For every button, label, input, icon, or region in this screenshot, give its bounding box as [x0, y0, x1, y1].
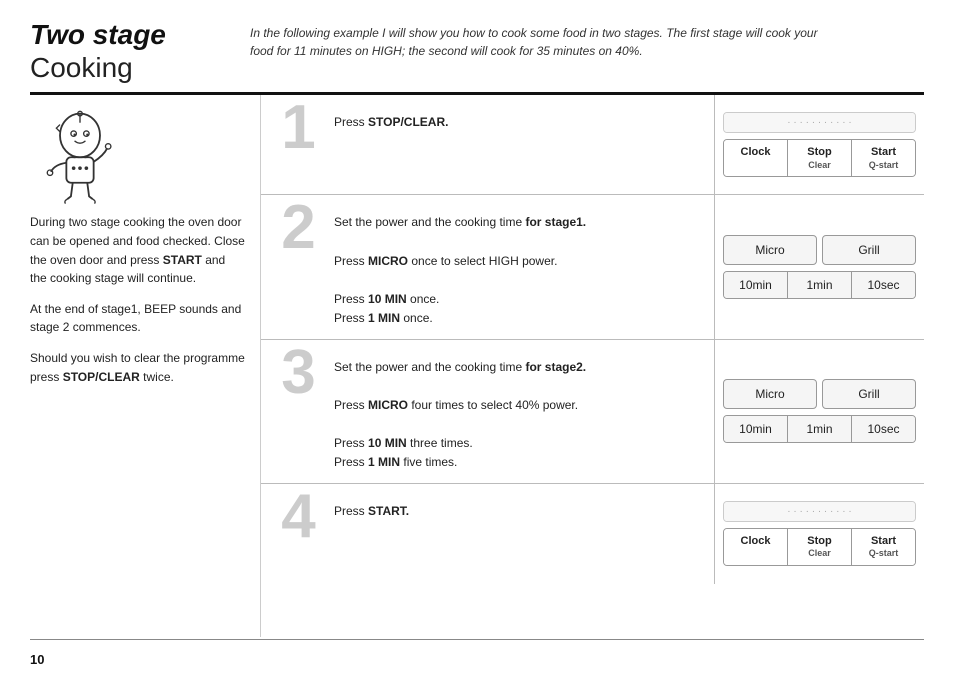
step-number-3: 3 [271, 347, 326, 400]
bottom-bar: 10 [30, 639, 924, 667]
1min-button-2[interactable]: 1min [788, 272, 852, 298]
step2-micro-grill-row: Micro Grill [723, 235, 916, 265]
start-qstart-button-4[interactable]: StartQ-start [852, 529, 915, 565]
10sec-button-3[interactable]: 10sec [852, 416, 915, 442]
step-1-text: Press STOP/CLEAR. [334, 107, 448, 132]
right-content: 1 Press STOP/CLEAR. · · · · · · · · · · … [260, 95, 924, 637]
step3-10min: 10 MIN [368, 436, 407, 450]
left-para1: During two stage cooking the oven door c… [30, 213, 245, 287]
step4-start: START. [368, 504, 409, 518]
left-text: During two stage cooking the oven door c… [30, 213, 245, 386]
step4-btn-panel: Clock StopClear StartQ-start [723, 528, 916, 566]
title-normal: Cooking [30, 51, 210, 85]
left-para3: Should you wish to clear the programme p… [30, 349, 245, 386]
step-3-text: Set the power and the cooking time for s… [334, 352, 586, 473]
step4-partial-top: · · · · · · · · · · · [723, 501, 916, 522]
micro-button-3[interactable]: Micro [723, 379, 817, 409]
step1-btn-panel: Clock StopClear StartQ-start [723, 139, 916, 177]
step-row-2: 2 Set the power and the cooking time for… [261, 195, 924, 339]
stop-clear-button-4[interactable]: StopClear [788, 529, 852, 565]
left-para2: At the end of stage1, BEEP sounds and st… [30, 300, 245, 337]
step2-micro: MICRO [368, 254, 408, 268]
step1-stop-clear: STOP/CLEAR. [368, 115, 448, 129]
step3-micro-grill-row: Micro Grill [723, 379, 916, 409]
step-number-1: 1 [271, 102, 326, 155]
1min-button-3[interactable]: 1min [788, 416, 852, 442]
start-bold: START [163, 253, 202, 267]
step-1-middle: 1 Press STOP/CLEAR. [261, 95, 714, 194]
step3-1min: 1 MIN [368, 455, 400, 469]
step-4-middle: 4 Press START. [261, 484, 714, 584]
content: During two stage cooking the oven door c… [30, 95, 924, 637]
grill-button-3[interactable]: Grill [822, 379, 916, 409]
step-3-middle: 3 Set the power and the cooking time for… [261, 340, 714, 483]
page-number: 10 [30, 644, 44, 667]
stop-clear-bold: STOP/CLEAR [63, 370, 140, 384]
step2-1min: 1 MIN [368, 311, 400, 325]
micro-button-2[interactable]: Micro [723, 235, 817, 265]
title-italic: Two stage [30, 20, 210, 51]
10min-button-2[interactable]: 10min [724, 272, 788, 298]
header: Two stage Cooking In the following examp… [30, 20, 924, 95]
step-2-text: Set the power and the cooking time for s… [334, 207, 586, 328]
step1-partial-top: · · · · · · · · · · · [723, 112, 916, 133]
step-row-3: 3 Set the power and the cooking time for… [261, 340, 924, 484]
clock-button-4[interactable]: Clock [724, 529, 788, 565]
step2-time-row: 10min 1min 10sec [723, 271, 916, 299]
stop-clear-button[interactable]: StopClear [788, 140, 852, 176]
step3-time-row: 10min 1min 10sec [723, 415, 916, 443]
step-3-buttons: Micro Grill 10min 1min 10sec [714, 340, 924, 483]
clock-button[interactable]: Clock [724, 140, 788, 176]
step-row-4: 4 Press START. · · · · · · · · · · · Clo… [261, 484, 924, 584]
step3-micro: MICRO [368, 398, 408, 412]
10min-button-3[interactable]: 10min [724, 416, 788, 442]
page: Two stage Cooking In the following examp… [0, 0, 954, 682]
left-panel: During two stage cooking the oven door c… [30, 95, 260, 637]
step2-for-stage1: for stage1. [525, 215, 586, 229]
10sec-button-2[interactable]: 10sec [852, 272, 915, 298]
header-title: Two stage Cooking [30, 20, 210, 84]
step-4-text: Press START. [334, 496, 409, 521]
step3-for-stage2: for stage2. [525, 360, 586, 374]
step-2-middle: 2 Set the power and the cooking time for… [261, 195, 714, 338]
start-qstart-button[interactable]: StartQ-start [852, 140, 915, 176]
step-number-4: 4 [271, 491, 326, 544]
step-4-buttons: · · · · · · · · · · · Clock StopClear St… [714, 484, 924, 584]
header-description: In the following example I will show you… [250, 20, 830, 60]
grill-button-2[interactable]: Grill [822, 235, 916, 265]
step-1-buttons: · · · · · · · · · · · Clock StopClear St… [714, 95, 924, 194]
mascot-icon [30, 110, 130, 210]
step-number-2: 2 [271, 202, 326, 255]
step-2-buttons: Micro Grill 10min 1min 10sec [714, 195, 924, 338]
step-row-1: 1 Press STOP/CLEAR. · · · · · · · · · · … [261, 95, 924, 195]
step2-10min: 10 MIN [368, 292, 407, 306]
